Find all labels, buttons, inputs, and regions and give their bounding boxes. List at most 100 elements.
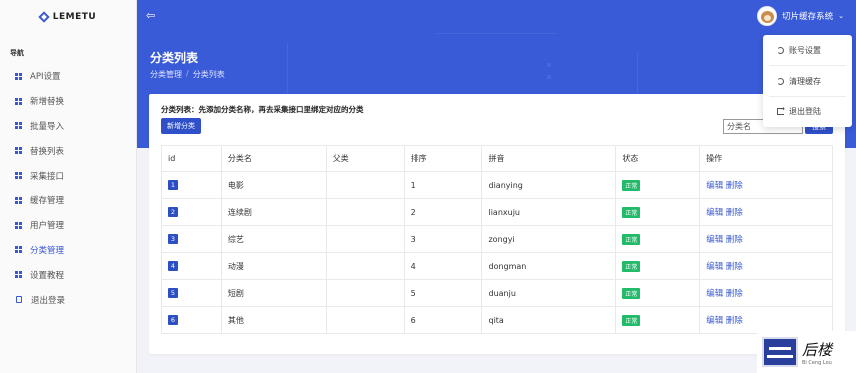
menu-item-logout[interactable]: 退出登陆 [763,101,852,121]
grid-icon [15,122,22,130]
decoration [437,33,557,34]
card-description: 分类列表：先添加分类名称，再去采集接口里绑定对应的分类 [161,105,364,114]
sort-cell: 2 [403,198,483,226]
status-badge: 正常 [622,314,641,326]
username[interactable]: 切片缓存系统 [782,10,833,22]
sort-cell: 1 [403,171,483,199]
category-name: 连续剧 [220,198,327,226]
sidebar-item-bulk-import[interactable]: 批量导入 [0,114,136,139]
avatar[interactable] [757,6,778,26]
column-header: 状态 [615,145,701,172]
sort-cell: 3 [403,225,483,253]
breadcrumb-item[interactable]: 分类管理 [150,69,182,80]
grid-icon [15,72,22,80]
menu-item-clear-cache[interactable]: 清理缓存 [763,71,852,91]
status-badge: 正常 [622,206,641,218]
logo-text: LEMETU [52,11,97,22]
refresh-icon [777,77,784,85]
delete-link[interactable]: 删除 [726,262,743,272]
grid-icon [15,196,22,204]
sort-cell: 5 [403,279,483,307]
pinyin-cell: duanju [481,279,617,307]
category-name: 综艺 [220,225,327,253]
menu-collapse-icon[interactable]: ⇦ [146,10,155,21]
sidebar-item-tutorial[interactable]: 设置教程 [0,262,136,287]
grid-icon [15,221,22,229]
column-header: 分类名 [220,145,327,172]
category-table: id 分类名 父类 排序 拼音 状态 操作 1 电影 1 dianying 正常… [161,145,833,334]
sidebar-item-replace-list[interactable]: 替换列表 [0,138,136,163]
grid-icon [15,147,22,155]
pinyin-cell: zongyi [481,225,617,253]
sidebar-item-label: 替换列表 [30,146,65,157]
status-badge: 正常 [622,287,641,299]
sidebar-item-category-manage[interactable]: 分类管理 [0,238,136,263]
watermark-sub-text: Bi Ceng Lou [802,359,832,366]
content-card: 分类列表：先添加分类名称，再去采集接口里绑定对应的分类 新增分类 搜索 id 分… [149,94,845,354]
edit-link[interactable]: 编辑 [706,235,723,245]
breadcrumb-separator: / [186,69,189,78]
menu-item-label: 退出登陆 [789,106,821,116]
id-badge: 4 [168,261,178,271]
watermark-main-text: 后楼 [802,340,833,359]
sidebar-item-user-manage[interactable]: 用户管理 [0,213,136,238]
menu-item-account-settings[interactable]: 账号设置 [763,40,852,60]
delete-link[interactable]: 删除 [726,181,743,191]
page-title: 分类列表 [150,51,199,65]
table-row: 2 连续剧 2 lianxuju 正常 编辑 删除 [161,198,833,226]
divider [769,65,846,66]
decoration [547,63,551,67]
nav-section-title: 导航 [10,49,24,57]
divider [769,96,846,97]
pinyin-cell: dianying [481,171,617,199]
sort-cell: 4 [403,252,483,280]
sidebar-item-collect-api[interactable]: 采集接口 [0,163,136,188]
grid-icon [15,271,22,279]
delete-link[interactable]: 删除 [726,235,743,245]
parent-cell [325,225,405,253]
delete-link[interactable]: 删除 [726,208,743,218]
column-header: 操作 [699,145,833,172]
watermark: 后楼 Bi Ceng Lou [757,331,856,373]
pinyin-cell: lianxuju [481,198,617,226]
id-badge: 2 [168,207,178,217]
edit-link[interactable]: 编辑 [706,316,723,326]
grid-icon [15,97,22,105]
status-badge: 正常 [622,260,641,272]
edit-link[interactable]: 编辑 [706,208,723,218]
sidebar-item-cache-manage[interactable]: 缓存管理 [0,188,136,213]
status-badge: 正常 [622,179,641,191]
edit-link[interactable]: 编辑 [706,289,723,299]
sidebar-item-api-settings[interactable]: API设置 [0,64,136,89]
table-row: 3 综艺 3 zongyi 正常 编辑 删除 [161,225,833,253]
grid-icon [15,246,22,254]
logout-icon [777,105,785,115]
user-menu[interactable]: 切片缓存系统 ⌄ [757,6,844,26]
top-bar: ⇦ 切片缓存系统 ⌄ [137,0,856,33]
sidebar-item-logout[interactable]: 退出登录 [0,287,136,312]
grid-icon [15,172,22,180]
logo[interactable]: LEMETU [0,0,136,33]
sidebar-nav: API设置 新增替换 批量导入 替换列表 采集接口 缓存管理 用户管理 分类管理… [0,64,136,312]
sort-cell: 6 [403,306,483,334]
breadcrumb-item-current: 分类列表 [192,70,225,79]
status-badge: 正常 [622,233,641,245]
delete-link[interactable]: 删除 [726,289,743,299]
parent-cell [325,306,405,334]
sidebar-item-label: 新增替换 [30,97,65,108]
watermark-text: 后楼 Bi Ceng Lou [802,339,832,366]
add-category-button[interactable]: 新增分类 [161,118,201,134]
sidebar-item-label: 缓存管理 [30,196,65,207]
edit-link[interactable]: 编辑 [706,262,723,272]
logout-icon [16,296,22,304]
sidebar-item-add-replace[interactable]: 新增替换 [0,89,136,114]
settings-icon [777,46,784,54]
chevron-down-icon[interactable]: ⌄ [838,12,844,20]
pinyin-cell: qita [481,306,617,334]
sidebar-item-label: 批量导入 [30,121,65,132]
breadcrumb: 分类管理 / 分类列表 [150,69,225,80]
decoration [547,75,551,79]
edit-link[interactable]: 编辑 [706,181,723,191]
delete-link[interactable]: 删除 [726,316,743,326]
id-badge: 6 [168,315,178,325]
